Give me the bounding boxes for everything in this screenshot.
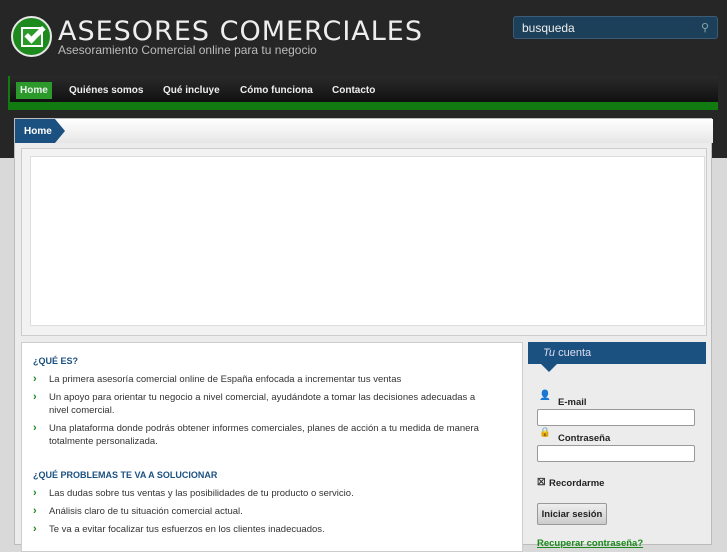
login-box: Tu cuenta 👤 E-mail 🔒 Contraseña ☒ Record…: [528, 342, 706, 552]
list-item: › Una plataforma donde podrás obtener inf…: [33, 422, 479, 447]
chevron-right-icon: ›: [33, 505, 37, 517]
remember-checkbox[interactable]: ☒: [537, 477, 546, 488]
lock-icon: 🔒: [539, 427, 551, 438]
list-item: › La primera asesoría comercial online de…: [33, 373, 402, 385]
password-field[interactable]: [537, 445, 695, 462]
main-nav: Home Quiénes somos Qué incluye Cómo func…: [8, 76, 718, 110]
nav-que-incluye[interactable]: Qué incluye: [159, 82, 224, 99]
nav-quienes-somos[interactable]: Quiénes somos: [65, 82, 147, 99]
nav-como-funciona[interactable]: Cómo funciona: [236, 82, 317, 99]
breadcrumb-home[interactable]: Home: [15, 119, 65, 143]
section-title: ¿QUÉ PROBLEMAS TE VA A SOLUCIONAR: [33, 470, 218, 480]
tagline: Asesoramiento Comercial online para tu n…: [58, 43, 317, 57]
search-icon[interactable]: ⚲: [701, 21, 709, 34]
nav-contacto[interactable]: Contacto: [328, 82, 379, 99]
password-label: Contraseña: [558, 433, 611, 444]
remember-label: Recordarme: [549, 478, 605, 489]
login-button[interactable]: Iniciar sesión: [537, 503, 607, 525]
user-icon: 👤: [539, 390, 551, 401]
login-title: Tu cuenta: [528, 342, 706, 372]
content-panel: Home ¿QUÉ ES? › La primera asesoría comer…: [14, 118, 713, 552]
list-item: › Las dudas sobre tus ventas y las posibi…: [33, 487, 354, 499]
list-item: › Un apoyo para orientar tu negocio a niv…: [33, 391, 476, 416]
list-item: › Te va a evitar focalizar tus esfuerzos …: [33, 523, 325, 535]
section-title: ¿QUÉ ES?: [33, 356, 79, 366]
breadcrumb: Home: [15, 119, 713, 143]
nav-home[interactable]: Home: [16, 82, 52, 99]
chevron-right-icon: ›: [33, 391, 37, 403]
email-field[interactable]: [537, 409, 695, 426]
search-value: busqueda: [522, 21, 575, 35]
chevron-right-icon: ›: [33, 487, 37, 499]
chevron-right-icon: ›: [33, 523, 37, 535]
email-label: E-mail: [558, 397, 587, 408]
chevron-right-icon: ›: [33, 422, 37, 434]
list-item: › Análisis claro de tu situación comercia…: [33, 505, 243, 517]
search-input[interactable]: busqueda ⚲: [513, 16, 718, 39]
forgot-password-link[interactable]: Recuperar contraseña?: [537, 538, 643, 549]
main-content: ¿QUÉ ES? › La primera asesoría comercial …: [21, 342, 523, 552]
banner: [21, 148, 707, 336]
chevron-right-icon: ›: [33, 373, 37, 385]
logo-check-icon[interactable]: [11, 16, 52, 57]
